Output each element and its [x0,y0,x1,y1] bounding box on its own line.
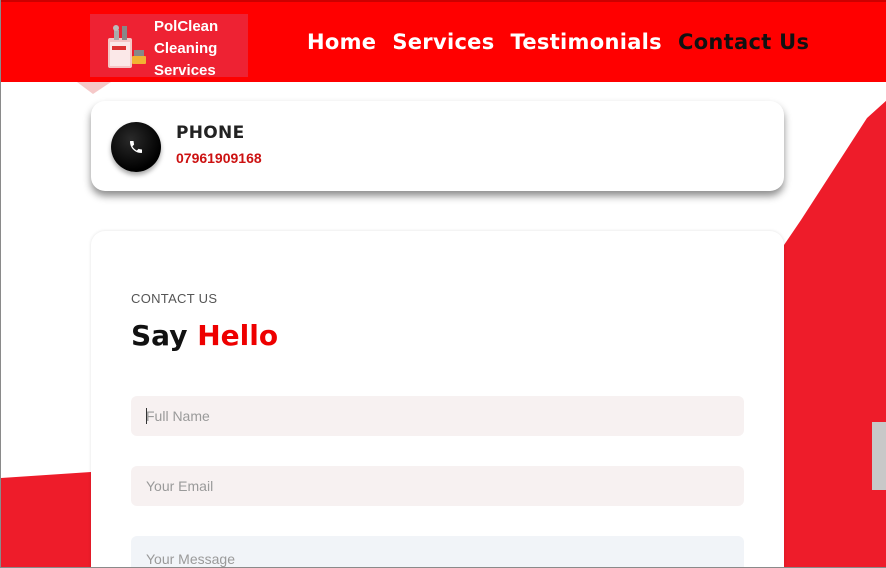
full-name-input[interactable] [131,396,744,436]
heading-accent: Hello [197,319,279,352]
nav-contact-us-link[interactable]: Contact Us [678,30,809,60]
phone-title: PHONE [176,123,245,143]
phone-card: PHONE 07961909168 [91,101,784,191]
brand-name: PolClean Cleaning Services [154,16,246,82]
heading-prefix: Say [131,319,188,352]
cleaning-bucket-icon [108,25,146,68]
brand-logo[interactable]: PolClean Cleaning Services [90,14,248,79]
nav-home-link[interactable]: Home [307,30,376,60]
message-textarea[interactable] [131,536,744,567]
phone-icon [130,141,142,153]
contact-eyebrow: CONTACT US [131,291,218,306]
phone-icon-button[interactable] [111,122,161,172]
site-header: PolClean Cleaning Services Home Services… [1,0,886,82]
form-heading: Say Hello [131,319,278,352]
email-input[interactable] [131,466,744,506]
scrollbar-thumb[interactable] [872,422,886,490]
page-scrollbar[interactable] [870,0,886,567]
text-cursor [146,408,147,424]
phone-number-link[interactable]: 07961909168 [176,150,262,166]
brand-line-3: Services [154,62,216,79]
nav-testimonials-link[interactable]: Testimonials [511,30,662,60]
main-nav: Home Services Testimonials Contact Us [307,30,809,60]
nav-services-link[interactable]: Services [392,30,494,60]
brand-line-2: Cleaning [154,40,218,57]
contact-form-card: CONTACT US Say Hello [91,231,784,567]
page: PolClean Cleaning Services Home Services… [0,0,886,568]
brand-line-1: PolClean [154,18,219,35]
